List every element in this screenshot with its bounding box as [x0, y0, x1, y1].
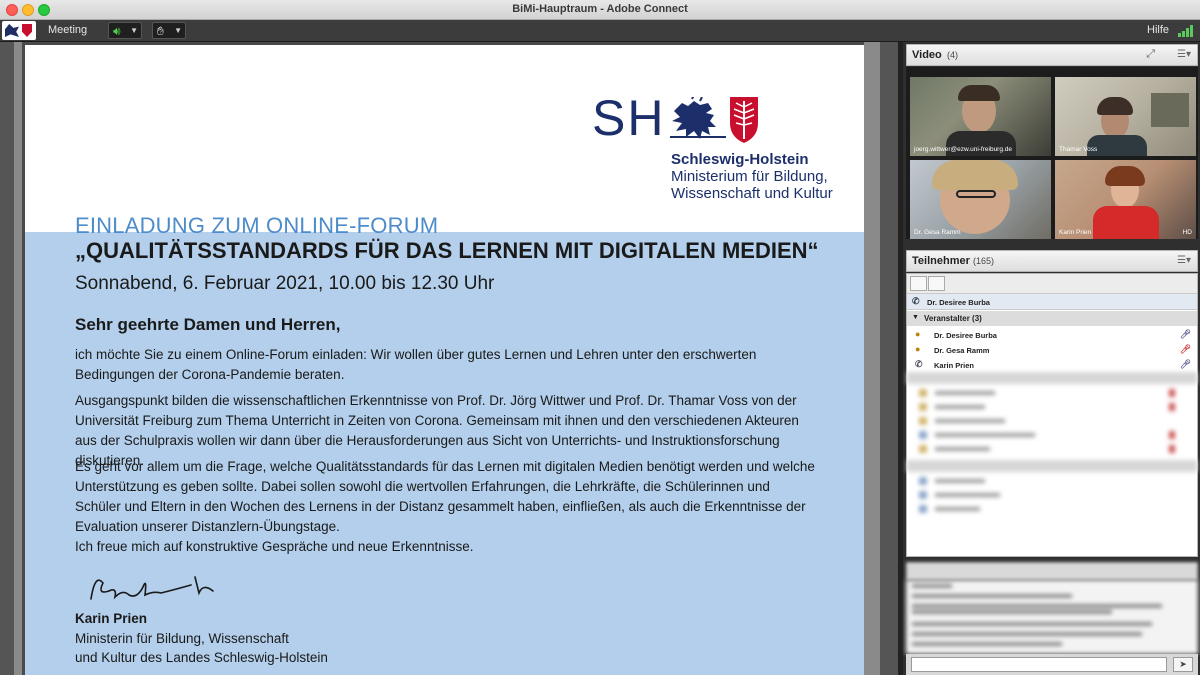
- fullscreen-icon[interactable]: ⤢: [1146, 48, 1155, 61]
- app-logo: [2, 21, 36, 40]
- signer-role-line-1: Ministerin für Bildung, Wissenschaft: [75, 631, 289, 646]
- host-group-label: Veranstalter (3): [924, 314, 982, 323]
- video-tile[interactable]: joerg.wittwer@ezw.uni-freiburg.de: [910, 77, 1051, 156]
- window-titlebar: BiMi-Hauptraum - Adobe Connect: [0, 0, 1200, 20]
- microphone-icon: 🎤︎: [1179, 329, 1191, 339]
- menu-icon[interactable]: ☰▾: [1177, 49, 1191, 60]
- video-tile-label: Karin Prien: [1059, 229, 1092, 236]
- ministry-line-2: Wissenschaft und Kultur: [671, 185, 833, 202]
- side-pods: Video (4) ⤢ ☰▾ joerg.wittwer@ezw.uni-fre…: [903, 42, 1200, 675]
- paragraph-3: Es geht vor allem um die Frage, welche Q…: [75, 459, 815, 534]
- invitation-title: EINLADUNG ZUM ONLINE-FORUM: [75, 213, 439, 238]
- video-pod-header: Video (4) ⤢ ☰▾: [906, 44, 1198, 66]
- signal-bars-icon: [1178, 25, 1194, 37]
- help-menu[interactable]: Hilfe: [1147, 24, 1169, 36]
- share-pod-right-border: [864, 42, 903, 675]
- phone-icon: ✆: [912, 296, 920, 306]
- video-tile[interactable]: Karin Prien HD: [1055, 160, 1196, 239]
- lion-emblem-icon: [670, 97, 726, 139]
- video-pod-title: Video: [912, 49, 942, 61]
- participants-list: ✆ Dr. Desiree Burba ▼ Veranstalter (3) ●…: [906, 273, 1198, 557]
- audio-button[interactable]: 🔊︎ ▼: [108, 22, 142, 39]
- meeting-menu[interactable]: Meeting: [48, 24, 87, 36]
- microphone-icon: 🎤︎: [1179, 359, 1191, 369]
- connect-toolbar: Meeting 🔊︎ ▼ ✋︎ ▼ Hilfe: [0, 20, 1200, 42]
- state-name: Schleswig-Holstein: [671, 151, 809, 168]
- list-view-icon[interactable]: [910, 276, 927, 291]
- microphone-muted-icon: 🎤︎: [1179, 344, 1191, 354]
- active-speaker-name: Dr. Desiree Burba: [927, 298, 990, 307]
- host-group-header[interactable]: ▼ Veranstalter (3): [907, 311, 1197, 326]
- participants-toolbar: [907, 274, 1197, 294]
- participant-row[interactable]: ● Dr. Desiree Burba 🎤︎: [907, 327, 1197, 342]
- chat-input[interactable]: [911, 657, 1167, 672]
- participant-name: Karin Prien: [934, 361, 975, 370]
- participant-row[interactable]: ● Dr. Gesa Ramm 🎤︎: [907, 342, 1197, 357]
- paragraph-1: ich möchte Sie zu einem Online-Forum ein…: [75, 347, 757, 382]
- share-pod-left-border: [0, 42, 22, 675]
- ministry-name: Ministerium für Bildung, Wissenschaft un…: [671, 168, 861, 202]
- video-pod-count: (4): [947, 50, 958, 60]
- video-tile-label: Dr. Gesa Ramm: [914, 229, 961, 236]
- video-grid: joerg.wittwer@ezw.uni-freiburg.de Thamar…: [906, 67, 1198, 239]
- sh-logo-text: SH: [592, 90, 666, 146]
- hand-icon: ✋︎: [157, 24, 164, 38]
- participant-row[interactable]: ✆ Karin Prien 🎤︎: [907, 357, 1197, 372]
- signer-role: Ministerin für Bildung, Wissenschaft und…: [75, 629, 375, 667]
- blurred-participants: [907, 372, 1197, 556]
- signer-role-line-2: und Kultur des Landes Schleswig-Holstein: [75, 650, 328, 665]
- raise-hand-button[interactable]: ✋︎ ▼: [152, 22, 186, 39]
- nettle-logo-icon: [22, 24, 32, 37]
- participant-name: Dr. Desiree Burba: [934, 331, 997, 340]
- window-title: BiMi-Hauptraum - Adobe Connect: [512, 3, 688, 15]
- speaker-icon: 🔊︎: [113, 24, 121, 38]
- video-tile[interactable]: Thamar Voss: [1055, 77, 1196, 156]
- signer-name: Karin Prien: [75, 611, 148, 626]
- video-tile-label: Thamar Voss: [1059, 146, 1098, 153]
- phone-host-icon: ✆: [915, 359, 923, 369]
- chevron-down-icon[interactable]: ▼: [912, 314, 919, 321]
- host-icon: ●: [915, 329, 921, 339]
- video-tile[interactable]: Dr. Gesa Ramm: [910, 160, 1051, 239]
- menu-icon[interactable]: ☰▾: [1177, 255, 1191, 266]
- shared-document: SH Schleswig-Holstein Ministerium für Bi…: [25, 45, 864, 675]
- active-speaker-row: ✆ Dr. Desiree Burba: [907, 294, 1197, 310]
- chat-pod-header: [906, 562, 1198, 580]
- salutation: Sehr geehrte Damen und Herren,: [75, 315, 341, 334]
- share-pod: SH Schleswig-Holstein Ministerium für Bi…: [0, 42, 903, 675]
- ministry-line-1: Ministerium für Bildung,: [671, 168, 828, 185]
- send-icon[interactable]: ➤: [1173, 657, 1193, 672]
- chevron-down-icon[interactable]: ▼: [130, 26, 138, 35]
- participants-pod-title: Teilnehmer: [912, 255, 970, 267]
- chevron-down-icon[interactable]: ▼: [174, 26, 182, 35]
- forum-headline: „QUALITÄTSSTANDARDS FÜR DAS LERNEN MIT D…: [75, 238, 819, 263]
- video-tile-label: joerg.wittwer@ezw.uni-freiburg.de: [914, 146, 1013, 153]
- hd-badge: HD: [1182, 229, 1192, 236]
- paragraph-4: Ich freue mich auf konstruktive Gespräch…: [75, 539, 474, 554]
- participants-pod-header: Teilnehmer (165) ☰▾: [906, 250, 1198, 272]
- chat-messages: [906, 580, 1198, 654]
- lion-logo-icon: [5, 24, 19, 37]
- grid-view-icon[interactable]: [928, 276, 945, 291]
- chat-input-row: ➤: [906, 654, 1198, 675]
- handwritten-signature: [90, 576, 214, 600]
- host-icon: ●: [915, 344, 921, 354]
- participants-pod-count: (165): [973, 256, 995, 266]
- nettle-leaf-icon: [730, 97, 758, 143]
- event-datetime: Sonnabend, 6. Februar 2021, 10.00 bis 12…: [75, 273, 495, 294]
- participant-name: Dr. Gesa Ramm: [934, 346, 990, 355]
